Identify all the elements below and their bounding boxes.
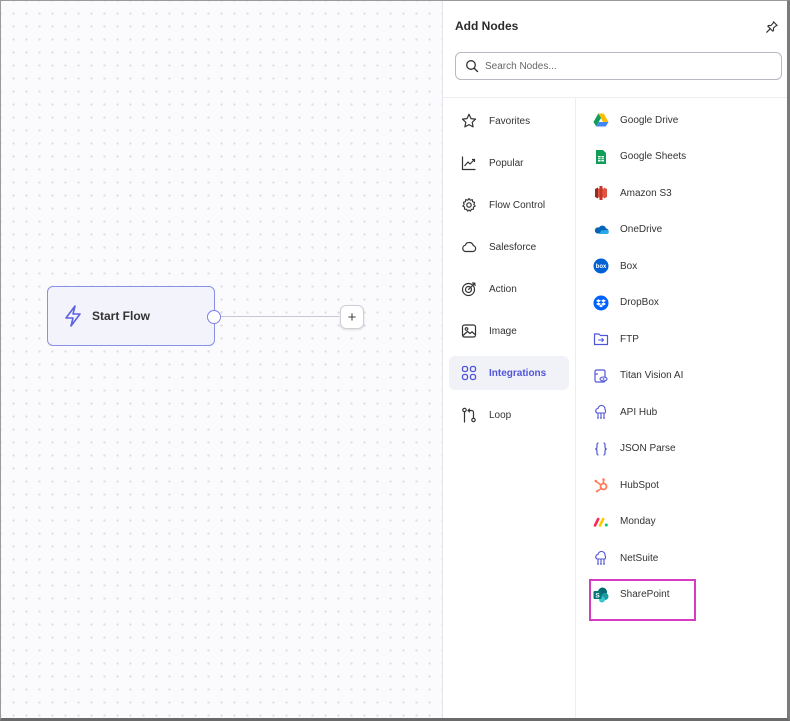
integration-google-drive[interactable]: Google Drive xyxy=(593,102,783,139)
category-label: Favorites xyxy=(489,115,531,127)
panel-title: Add Nodes xyxy=(455,19,519,33)
cloud-icon xyxy=(462,241,477,253)
monday-icon xyxy=(593,514,609,530)
integration-label: DropBox xyxy=(620,297,659,309)
box-icon: box xyxy=(593,258,609,274)
integration-amazon-s3[interactable]: Amazon S3 xyxy=(593,175,783,212)
category-favorites[interactable]: Favorites xyxy=(449,104,569,138)
vision-icon xyxy=(593,368,609,384)
netsuite-icon xyxy=(593,550,609,566)
category-salesforce[interactable]: Salesforce xyxy=(449,230,569,264)
add-node-button[interactable]: + xyxy=(340,305,364,329)
category-label: Flow Control xyxy=(489,199,546,211)
integration-label: Box xyxy=(620,260,638,272)
integration-label: JSON Parse xyxy=(620,443,676,455)
column-divider xyxy=(575,98,576,718)
google-sheets-icon xyxy=(593,149,609,165)
star-icon xyxy=(461,113,477,128)
category-label: Image xyxy=(489,325,517,337)
integration-ftp[interactable]: FTP xyxy=(593,321,783,358)
dropbox-icon xyxy=(593,295,609,311)
search-input[interactable] xyxy=(485,60,765,72)
integration-label: Google Drive xyxy=(620,114,679,126)
integration-box[interactable]: box Box xyxy=(593,248,783,285)
output-port[interactable] xyxy=(207,310,221,324)
category-list: Favorites Popular Flow Control Salesforc… xyxy=(449,104,569,440)
category-image[interactable]: Image xyxy=(449,314,569,348)
integration-json-parse[interactable]: JSON Parse xyxy=(593,431,783,468)
integration-label: OneDrive xyxy=(620,224,663,236)
svg-text:box: box xyxy=(596,264,607,270)
start-flow-label: Start Flow xyxy=(92,309,151,323)
category-label: Loop xyxy=(489,409,512,421)
category-popular[interactable]: Popular xyxy=(449,146,569,180)
integration-google-sheets[interactable]: Google Sheets xyxy=(593,139,783,176)
svg-text:S: S xyxy=(595,592,600,599)
search-icon xyxy=(466,60,479,73)
add-nodes-panel: Add Nodes Favorites Popular xyxy=(442,1,787,718)
integration-api-hub[interactable]: API Hub xyxy=(593,394,783,431)
category-integrations[interactable]: Integrations xyxy=(449,356,569,390)
category-label: Popular xyxy=(489,157,524,169)
connector-line xyxy=(221,316,339,317)
integration-dropbox[interactable]: DropBox xyxy=(593,285,783,322)
header-divider xyxy=(443,97,787,98)
integration-label: Google Sheets xyxy=(620,151,687,163)
app-window: Start Flow + Add Nodes Favorites xyxy=(0,0,790,721)
integration-label: HubSpot xyxy=(620,479,659,491)
integration-label: Amazon S3 xyxy=(620,187,672,199)
integration-label: Titan Vision AI xyxy=(620,370,684,382)
integration-label: NetSuite xyxy=(620,552,659,564)
integration-monday[interactable]: Monday xyxy=(593,504,783,541)
flow-canvas[interactable]: Start Flow + xyxy=(1,1,442,718)
target-icon xyxy=(461,282,476,297)
onedrive-icon xyxy=(593,222,609,238)
category-label: Action xyxy=(489,283,517,295)
grid-icon xyxy=(461,365,477,381)
integration-sharepoint[interactable]: S SharePoint xyxy=(589,577,783,620)
folder-icon xyxy=(593,331,609,347)
loop-icon xyxy=(462,407,476,423)
category-label: Integrations xyxy=(489,367,547,379)
integration-titan-vision-ai[interactable]: Titan Vision AI xyxy=(593,358,783,395)
integration-label: Monday xyxy=(620,516,656,528)
trending-icon xyxy=(461,156,476,171)
lightning-icon xyxy=(65,305,81,327)
hubspot-icon xyxy=(593,477,609,493)
gear-icon xyxy=(462,197,476,212)
integration-netsuite[interactable]: NetSuite xyxy=(593,540,783,577)
pin-icon[interactable] xyxy=(766,21,778,33)
sharepoint-icon: S xyxy=(593,587,609,603)
integration-onedrive[interactable]: OneDrive xyxy=(593,212,783,249)
category-label: Salesforce xyxy=(489,241,537,253)
google-drive-icon xyxy=(593,112,609,128)
integration-label: API Hub xyxy=(620,406,658,418)
start-flow-node[interactable]: Start Flow xyxy=(47,286,215,346)
category-flow-control[interactable]: Flow Control xyxy=(449,188,569,222)
api-hub-icon xyxy=(593,404,609,420)
category-loop[interactable]: Loop xyxy=(449,398,569,432)
category-action[interactable]: Action xyxy=(449,272,569,306)
integration-list: Google Drive Google Sheets Amazon S3 One… xyxy=(589,102,783,620)
integration-label: FTP xyxy=(620,333,639,345)
amazon-s3-icon xyxy=(593,185,609,201)
search-box[interactable] xyxy=(455,52,782,80)
integration-hubspot[interactable]: HubSpot xyxy=(593,467,783,504)
integration-label: SharePoint xyxy=(620,589,670,601)
braces-icon xyxy=(593,441,609,457)
image-icon xyxy=(461,324,477,338)
